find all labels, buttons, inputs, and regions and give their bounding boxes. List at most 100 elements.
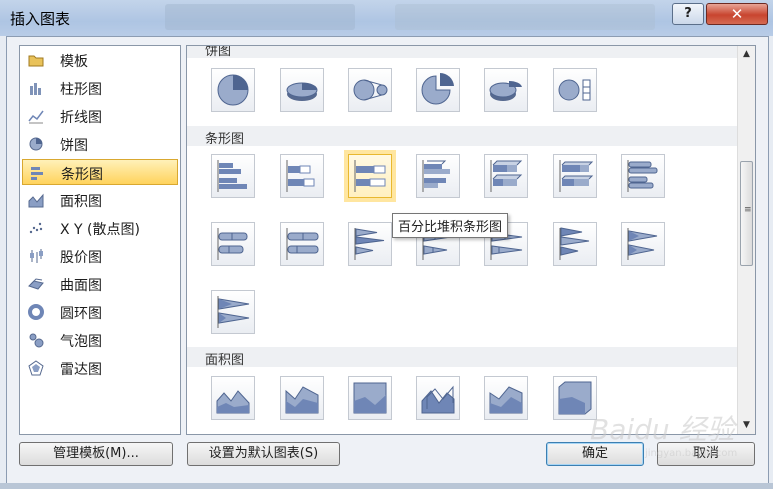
category-item-line[interactable]: 折线图 — [22, 103, 178, 129]
pie-of-pie-thumbnail-icon — [353, 79, 388, 101]
section-header-area: 面积图 — [187, 347, 737, 368]
chart-type-pie[interactable] — [211, 68, 255, 112]
percent-stacked-area-thumbnail-icon — [353, 382, 387, 414]
section-title: 条形图 — [205, 132, 245, 147]
bubble-chart-icon — [29, 333, 44, 348]
category-item-doughnut[interactable]: 圆环图 — [22, 299, 178, 325]
category-item-pie[interactable]: 饼图 — [22, 131, 178, 157]
percent-stacked-pyramid-bar-thumbnail-icon — [217, 296, 250, 328]
chart-type-100-stacked-cylinder-bar[interactable] — [280, 222, 324, 266]
3d-stacked-bar-thumbnail-icon — [490, 160, 523, 192]
scroll-down-arrow[interactable]: ▼ — [738, 417, 755, 434]
category-label: 气泡图 — [60, 334, 102, 350]
chart-type-stacked-cylinder-bar[interactable] — [211, 222, 255, 266]
category-label: 条形图 — [61, 167, 103, 183]
pie-thumbnail-icon — [217, 74, 249, 106]
scroll-thumb[interactable]: ≡ — [740, 161, 753, 266]
title-bar: 插入图表 ? ✕ — [0, 0, 773, 36]
category-item-column[interactable]: 柱形图 — [22, 75, 178, 101]
percent-stacked-cylinder-bar-thumbnail-icon — [286, 228, 319, 260]
clustered-pyramid-bar-thumbnail-icon — [559, 227, 590, 260]
category-label: 雷达图 — [60, 362, 102, 378]
category-item-bar[interactable]: 条形图 — [22, 159, 178, 185]
chart-gallery: 饼图 条形图 面积图 百分比堆积条形图 ▲ ≡ ▼ — [186, 45, 756, 435]
cancel-button[interactable]: 取消 — [657, 442, 755, 466]
chart-type-3d-stacked-bar[interactable] — [484, 154, 528, 198]
surface-chart-icon — [28, 278, 44, 290]
stock-chart-icon — [30, 249, 43, 263]
category-item-template[interactable]: 模板 — [22, 47, 178, 73]
chart-type-3d-stacked-area[interactable] — [484, 376, 528, 420]
ok-button[interactable]: 确定 — [546, 442, 644, 466]
stacked-cylinder-bar-thumbnail-icon — [217, 228, 248, 260]
stacked-pyramid-bar-thumbnail-icon — [627, 228, 658, 260]
chart-type-stacked-pyramid-bar[interactable] — [621, 222, 665, 266]
category-item-surface[interactable]: 曲面图 — [22, 271, 178, 297]
scroll-up-arrow[interactable]: ▲ — [738, 46, 755, 63]
section-header-bar: 条形图 — [187, 126, 737, 147]
scatter-chart-icon — [29, 222, 43, 234]
close-button[interactable]: ✕ — [706, 3, 768, 25]
chart-type-clustered-cone-bar[interactable] — [348, 222, 392, 266]
category-item-stock[interactable]: 股价图 — [22, 243, 178, 269]
pie-3d-thumbnail-icon — [286, 82, 318, 101]
background-blur — [165, 4, 355, 30]
chart-type-100-stacked-bar[interactable] — [348, 154, 392, 198]
chart-type-exploded-pie-3d[interactable] — [484, 68, 528, 112]
chart-type-stacked-area[interactable] — [280, 376, 324, 420]
stacked-bar-thumbnail-icon — [286, 160, 315, 192]
insert-chart-dialog: 模板 柱形图 折线图 饼图 条形图 面积图 X Y (散点图) 股价图 曲面图 … — [6, 36, 769, 485]
chart-type-clustered-pyramid-bar[interactable] — [553, 222, 597, 266]
3d-area-thumbnail-icon — [421, 385, 455, 414]
chart-type-area[interactable] — [211, 376, 255, 420]
area-chart-icon — [28, 193, 44, 208]
scroll-grip-icon: ≡ — [744, 205, 752, 215]
chart-type-3d-area[interactable] — [416, 376, 460, 420]
clustered-cylinder-bar-thumbnail-icon — [627, 160, 658, 192]
clustered-bar-thumbnail-icon — [217, 160, 247, 192]
category-label: X Y (散点图) — [60, 222, 140, 238]
column-chart-icon — [30, 83, 41, 95]
chart-type-clustered-bar[interactable] — [211, 154, 255, 198]
chart-type-clustered-cylinder-bar[interactable] — [621, 154, 665, 198]
3d-clustered-bar-thumbnail-icon — [422, 160, 450, 192]
stacked-area-thumbnail-icon — [285, 386, 319, 414]
chart-type-3d-clustered-bar[interactable] — [416, 154, 460, 198]
chart-type-exploded-pie[interactable] — [416, 68, 460, 112]
chart-type-3d-100-stacked-area[interactable] — [553, 376, 597, 420]
category-item-area[interactable]: 面积图 — [22, 187, 178, 213]
category-label: 饼图 — [60, 138, 88, 154]
category-label: 股价图 — [60, 250, 102, 266]
area-thumbnail-icon — [216, 390, 250, 414]
category-item-bubble[interactable]: 气泡图 — [22, 327, 178, 353]
section-title: 饼图 — [205, 45, 232, 59]
gallery-scrollbar[interactable]: ▲ ≡ ▼ — [737, 46, 755, 434]
chart-type-100-stacked-pyramid-bar[interactable] — [211, 290, 255, 334]
chart-type-pie-3d[interactable] — [280, 68, 324, 112]
chart-type-3d-100-stacked-bar[interactable] — [553, 154, 597, 198]
3d-percent-stacked-bar-thumbnail-icon — [559, 160, 594, 192]
section-title: 面积图 — [205, 353, 245, 368]
chart-type-bar-of-pie[interactable] — [553, 68, 597, 112]
category-label: 面积图 — [60, 194, 102, 210]
background-blur — [395, 4, 655, 30]
section-header-pie: 饼图 — [187, 45, 737, 59]
window-title: 插入图表 — [10, 10, 71, 28]
manage-templates-button[interactable]: 管理模板(M)... — [19, 442, 173, 466]
radar-chart-icon — [28, 360, 44, 376]
help-button[interactable]: ? — [672, 3, 704, 25]
set-as-default-chart-button[interactable]: 设置为默认图表(S) — [187, 442, 340, 466]
category-item-radar[interactable]: 雷达图 — [22, 355, 178, 381]
chart-type-stacked-bar[interactable] — [280, 154, 324, 198]
category-item-scatter[interactable]: X Y (散点图) — [22, 215, 178, 241]
chart-type-100-stacked-area[interactable] — [348, 376, 392, 420]
category-label: 模板 — [60, 54, 88, 70]
category-label: 折线图 — [60, 110, 102, 126]
pie-chart-icon — [29, 137, 43, 151]
bar-of-pie-thumbnail-icon — [558, 79, 591, 101]
chart-type-pie-of-pie[interactable] — [348, 68, 392, 112]
category-label: 圆环图 — [60, 306, 102, 322]
3d-percent-stacked-area-thumbnail-icon — [558, 381, 592, 415]
doughnut-chart-icon — [28, 304, 44, 320]
percent-stacked-bar-thumbnail-icon — [354, 160, 386, 192]
